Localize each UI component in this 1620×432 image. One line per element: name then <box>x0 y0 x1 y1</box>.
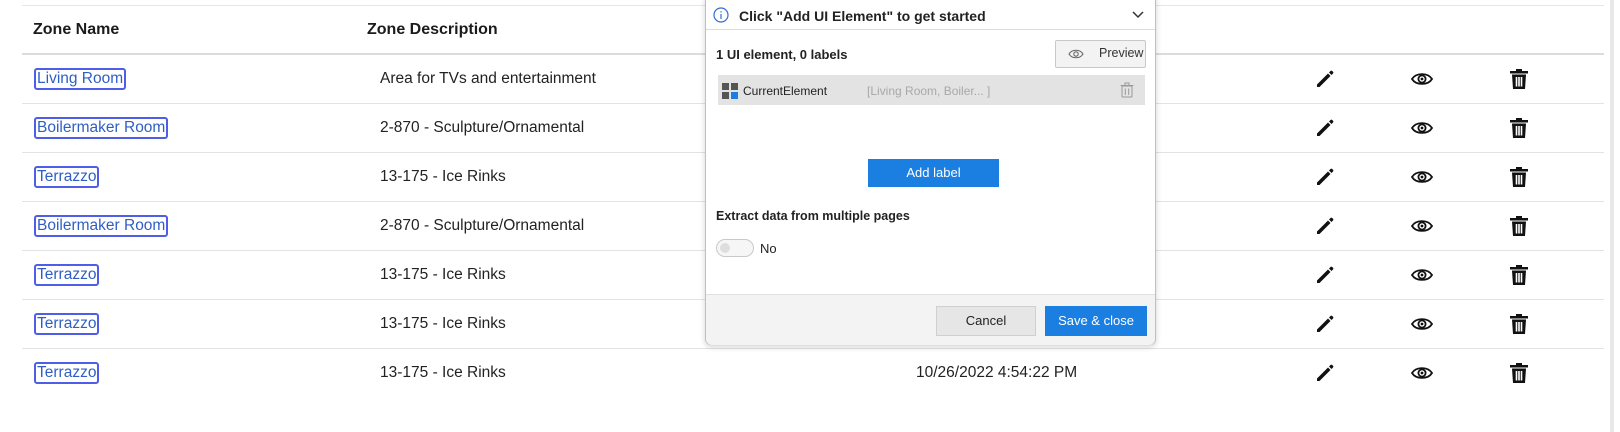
edit-icon[interactable] <box>1313 116 1337 140</box>
element-grid-icon <box>722 83 738 99</box>
edit-icon[interactable] <box>1313 165 1337 189</box>
element-name: CurrentElement <box>743 84 828 98</box>
zone-name-link[interactable]: Terrazzo <box>34 166 100 188</box>
toggle-state-label: No <box>760 241 777 256</box>
element-summary: 1 UI element, 0 labels <box>716 47 848 62</box>
view-icon[interactable] <box>1410 165 1434 189</box>
zone-description: Area for TVs and entertainment <box>380 70 596 87</box>
zone-description: 13-175 - Ice Rinks <box>380 266 506 283</box>
header-zone-name: Zone Name <box>33 21 120 38</box>
add-ui-element-dialog: Click "Add UI Element" to get started 1 … <box>705 0 1156 345</box>
edit-icon[interactable] <box>1313 214 1337 238</box>
eye-icon <box>1068 49 1084 59</box>
zone-name-link[interactable]: Terrazzo <box>34 264 100 286</box>
view-icon[interactable] <box>1410 361 1434 385</box>
zone-description: 13-175 - Ice Rinks <box>380 315 506 332</box>
multiple-pages-toggle[interactable] <box>716 239 754 257</box>
preview-button[interactable]: Preview <box>1055 40 1146 68</box>
zone-name-link[interactable]: Boilermaker Room <box>34 215 169 237</box>
zone-name-link[interactable]: Boilermaker Room <box>34 117 169 139</box>
ui-element-row[interactable]: CurrentElement [Living Room, Boiler... ] <box>718 75 1145 105</box>
zone-description: 2-870 - Sculpture/Ornamental <box>380 119 585 136</box>
zone-name-link[interactable]: Terrazzo <box>34 313 100 335</box>
zone-description: 2-870 - Sculpture/Ornamental <box>380 217 585 234</box>
view-icon[interactable] <box>1410 214 1434 238</box>
preview-label: Preview <box>1099 46 1144 60</box>
scrollbar-track[interactable] <box>1610 0 1614 432</box>
info-icon <box>713 7 729 23</box>
toggle-knob <box>720 243 730 253</box>
delete-icon[interactable] <box>1507 67 1531 91</box>
dialog-footer: Cancel Save & close <box>706 294 1155 345</box>
view-icon[interactable] <box>1410 263 1434 287</box>
zone-name-link[interactable]: Terrazzo <box>34 362 100 384</box>
zone-date: 10/26/2022 4:54:22 PM <box>916 364 1078 381</box>
edit-icon[interactable] <box>1313 312 1337 336</box>
view-icon[interactable] <box>1410 116 1434 140</box>
header-zone-description: Zone Description <box>367 21 498 38</box>
table-row: Terrazzo 13-175 - Ice Rinks 10/26/2022 4:5… <box>22 349 1605 397</box>
delete-icon[interactable] <box>1507 263 1531 287</box>
delete-icon[interactable] <box>1507 116 1531 140</box>
delete-icon[interactable] <box>1507 361 1531 385</box>
chevron-down-icon[interactable] <box>1131 7 1145 21</box>
add-label-button[interactable]: Add label <box>868 159 999 187</box>
dialog-title: Click "Add UI Element" to get started <box>739 8 986 24</box>
delete-icon[interactable] <box>1507 214 1531 238</box>
element-value: [Living Room, Boiler... ] <box>867 84 991 98</box>
save-and-close-button[interactable]: Save & close <box>1045 306 1147 336</box>
trash-icon[interactable] <box>1119 82 1135 98</box>
delete-icon[interactable] <box>1507 312 1531 336</box>
edit-icon[interactable] <box>1313 361 1337 385</box>
edit-icon[interactable] <box>1313 263 1337 287</box>
delete-icon[interactable] <box>1507 165 1531 189</box>
vertical-scrollbar[interactable] <box>1604 0 1620 432</box>
view-icon[interactable] <box>1410 312 1434 336</box>
zone-description: 13-175 - Ice Rinks <box>380 168 506 185</box>
zone-name-link[interactable]: Living Room <box>34 68 127 90</box>
cancel-button[interactable]: Cancel <box>936 306 1036 336</box>
view-icon[interactable] <box>1410 67 1434 91</box>
dialog-header[interactable]: Click "Add UI Element" to get started <box>706 0 1155 30</box>
edit-icon[interactable] <box>1313 67 1337 91</box>
extract-multiple-pages-label: Extract data from multiple pages <box>716 209 910 223</box>
zone-description: 13-175 - Ice Rinks <box>380 364 506 381</box>
